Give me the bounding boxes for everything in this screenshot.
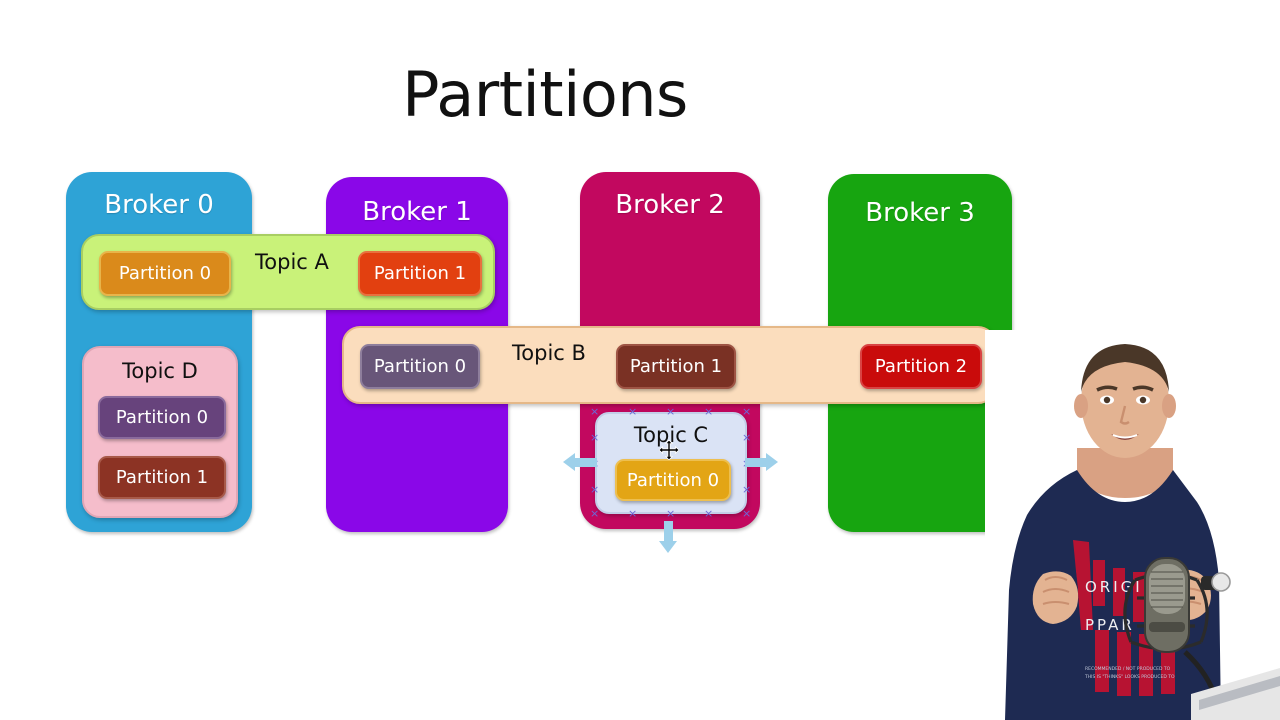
topic-label-d: Topic D xyxy=(122,359,198,383)
partition-chip-topic-a-0[interactable]: Partition 0 xyxy=(99,251,231,296)
partition-chip-topic-b-0[interactable]: Partition 0 xyxy=(360,344,480,389)
resize-arrow-left-stem[interactable] xyxy=(575,458,597,467)
partition-chip-topic-d-1[interactable]: Partition 1 xyxy=(98,456,226,499)
topic-label-c: Topic C xyxy=(633,423,709,447)
broker-label-2: Broker 2 xyxy=(615,190,725,220)
partition-chip-topic-b-2[interactable]: Partition 2 xyxy=(860,344,982,389)
svg-text:THIS IS "THINKS" LOOKS PRODUCE: THIS IS "THINKS" LOOKS PRODUCED TO xyxy=(1084,674,1175,680)
broker-label-0: Broker 0 xyxy=(104,190,214,220)
svg-text:RECOMMENDED / NOT PRODUCED TO: RECOMMENDED / NOT PRODUCED TO xyxy=(1085,666,1171,672)
page-title: Partitions xyxy=(402,58,688,131)
partition-chip-topic-c-0[interactable]: Partition 0 xyxy=(615,459,731,501)
presenter-illustration: ORIGI PPAR RECOMMENDED / NOT PRODUCED TO… xyxy=(985,330,1280,720)
topic-box-a[interactable]: Topic A Partition 0 Partition 1 xyxy=(81,234,495,310)
resize-arrow-down-stem[interactable] xyxy=(664,521,673,543)
partition-chip-topic-b-1[interactable]: Partition 1 xyxy=(616,344,736,389)
partition-chip-topic-a-1[interactable]: Partition 1 xyxy=(358,251,482,296)
broker-label-1: Broker 1 xyxy=(362,197,472,227)
topic-label-a: Topic A xyxy=(255,250,329,274)
topic-label-b: Topic B xyxy=(512,341,586,365)
broker-label-3: Broker 3 xyxy=(865,198,975,228)
slide-canvas: Partitions Broker 0 Broker 1 Broker 2 Br… xyxy=(0,0,1280,720)
topic-box-b[interactable]: Topic B Partition 0 Partition 1 Partitio… xyxy=(342,326,996,404)
topic-box-c[interactable]: Topic C Partition 0 xyxy=(595,412,747,514)
topic-box-d[interactable]: Topic D Partition 0 Partition 1 xyxy=(82,346,238,518)
resize-arrow-left-icon[interactable] xyxy=(563,453,575,471)
partition-chip-topic-d-0[interactable]: Partition 0 xyxy=(98,396,226,439)
resize-arrow-right-icon[interactable] xyxy=(766,453,778,471)
presenter-video-overlay: ORIGI PPAR RECOMMENDED / NOT PRODUCED TO… xyxy=(985,330,1280,720)
microphone xyxy=(1144,557,1190,653)
resize-arrow-down-icon[interactable] xyxy=(659,541,677,553)
resize-arrow-right-stem[interactable] xyxy=(745,458,767,467)
